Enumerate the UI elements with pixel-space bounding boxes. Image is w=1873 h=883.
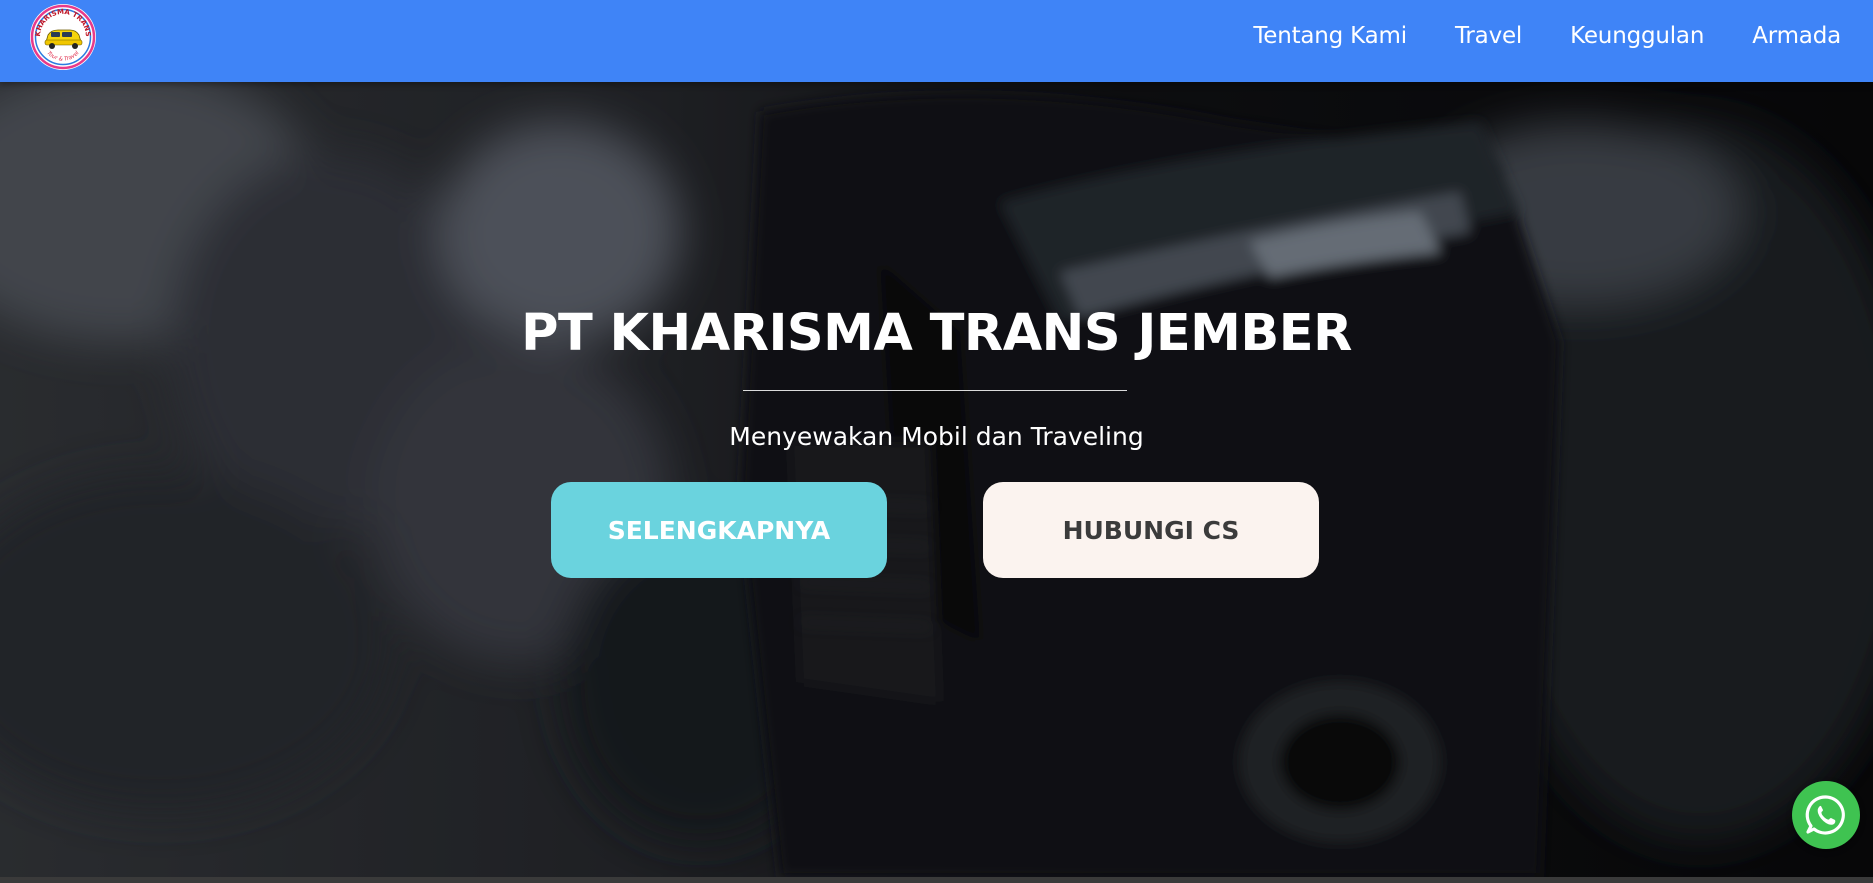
hero-subtitle: Menyewakan Mobil dan Traveling (729, 422, 1144, 451)
nav-item-tentang-kami: Tentang Kami (1253, 23, 1407, 49)
nav-item-travel: Travel (1455, 23, 1522, 49)
hero-divider (743, 390, 1127, 391)
whatsapp-button[interactable] (1792, 781, 1860, 849)
nav-menu: Tentang Kami Travel Keunggulan Armada (1253, 0, 1841, 72)
nav-link-travel[interactable]: Travel (1455, 23, 1522, 49)
nav-link-tentang-kami[interactable]: Tentang Kami (1253, 23, 1407, 49)
whatsapp-icon (1805, 795, 1845, 835)
hero-overlay (0, 82, 1873, 877)
nav-item-keunggulan: Keunggulan (1570, 23, 1704, 49)
selengkapnya-button[interactable]: SELENGKAPNYA (551, 482, 887, 578)
hero-title: PT KHARISMA TRANS JEMBER (521, 304, 1352, 363)
nav-item-armada: Armada (1752, 23, 1841, 49)
navbar: KHARISMA TRANS Tour & Travel Tentang Kam… (0, 0, 1873, 82)
nav-link-keunggulan[interactable]: Keunggulan (1570, 23, 1704, 49)
bottom-strip (0, 877, 1873, 883)
nav-link-armada[interactable]: Armada (1752, 23, 1841, 49)
brand-logo[interactable]: KHARISMA TRANS Tour & Travel (28, 2, 98, 72)
hero-section: PT KHARISMA TRANS JEMBER Menyewakan Mobi… (0, 82, 1873, 877)
hubungi-cs-button[interactable]: HUBUNGI CS (983, 482, 1319, 578)
